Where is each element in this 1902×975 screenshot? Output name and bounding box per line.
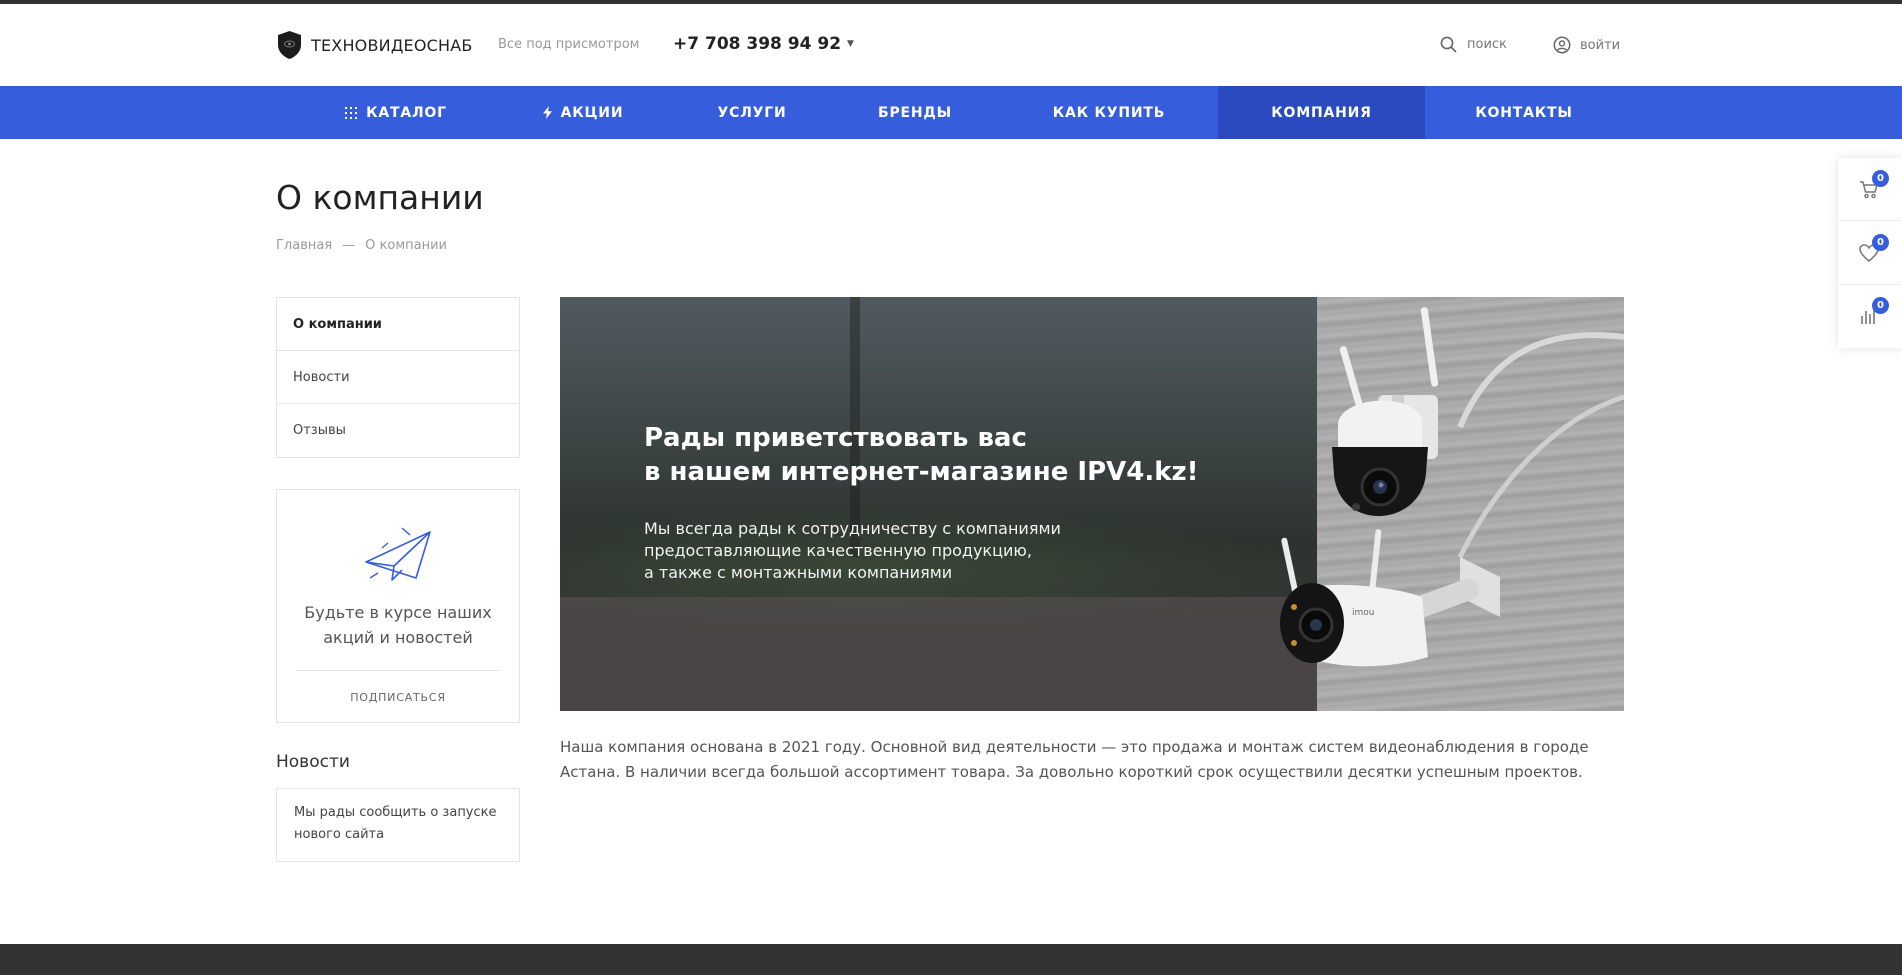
slogan: Все под присмотром — [498, 37, 640, 52]
compare-count-badge: 0 — [1872, 297, 1889, 314]
subscribe-text-line: Будьте в курсе наших — [304, 603, 492, 622]
side-item-reviews[interactable]: Отзывы — [277, 404, 519, 457]
site-footer — [0, 944, 1902, 975]
favorites-button[interactable]: 0 — [1838, 222, 1902, 285]
banner-text-line: предоставляющие качественную продукцию, — [644, 541, 1032, 560]
caret-down-icon: ▼ — [847, 39, 854, 49]
search-icon — [1440, 36, 1457, 53]
security-cameras-image: imou — [1280, 307, 1624, 667]
subscribe-button[interactable]: Подписаться — [277, 691, 519, 704]
cart-button[interactable]: 0 — [1838, 158, 1902, 221]
phone-number: +7 708 398 94 92 — [673, 34, 842, 54]
breadcrumb-separator: — — [342, 238, 356, 253]
nav-item-brands[interactable]: Бренды — [836, 86, 994, 139]
banner-title: Рады приветствовать вас в нашем интернет… — [644, 421, 1199, 489]
nav-label: Как купить — [1052, 104, 1166, 121]
main-nav: Каталог Акции Услуги Бренды Как купить К… — [0, 86, 1902, 139]
news-item-line: Мы рады сообщить о запуске — [294, 805, 497, 820]
news-item[interactable]: Мы рады сообщить о запуске нового сайта — [276, 788, 520, 862]
nav-label: Компания — [1271, 104, 1372, 121]
logo[interactable]: ТЕХНОВИДЕОСНАБ — [276, 30, 473, 60]
floating-action-panel: 0 0 0 — [1838, 158, 1902, 348]
side-item-about[interactable]: О компании — [277, 298, 519, 351]
breadcrumb-home[interactable]: Главная — [276, 238, 332, 253]
phone-dropdown[interactable]: +7 708 398 94 92 ▼ — [673, 34, 854, 54]
nav-item-how-to-buy[interactable]: Как купить — [1012, 86, 1206, 139]
page-title: О компании — [276, 178, 484, 217]
site-header: ТЕХНОВИДЕОСНАБ Все под присмотром +7 708… — [0, 4, 1902, 86]
user-icon — [1553, 36, 1571, 54]
divider — [296, 670, 500, 671]
nav-item-company[interactable]: Компания — [1218, 86, 1425, 139]
breadcrumb: Главная — О компании — [276, 238, 447, 253]
nav-item-catalog[interactable]: Каталог — [276, 86, 516, 139]
side-item-news[interactable]: Новости — [277, 351, 519, 404]
subscribe-box: Будьте в курсе наших акций и новостей По… — [276, 489, 520, 723]
side-menu: О компании Новости Отзывы — [276, 297, 520, 458]
nav-label: Контакты — [1475, 104, 1573, 121]
nav-label: Бренды — [878, 104, 952, 121]
camera-brand-text: imou — [1352, 608, 1374, 618]
banner-text-line: Мы всегда рады к сотрудничеству с компан… — [644, 519, 1061, 538]
nav-label: Услуги — [717, 104, 787, 121]
shield-logo-icon — [278, 31, 301, 59]
nav-label: Каталог — [366, 104, 447, 121]
favorites-count-badge: 0 — [1872, 234, 1889, 251]
login-label: войти — [1580, 37, 1621, 53]
login-button[interactable]: войти — [1553, 36, 1620, 54]
banner-title-line: Рады приветствовать вас — [644, 423, 1027, 453]
search-label: поиск — [1467, 37, 1507, 52]
nav-item-promotions[interactable]: Акции — [516, 86, 650, 139]
news-heading: Новости — [276, 752, 350, 772]
search-button[interactable]: поиск — [1440, 36, 1507, 53]
compare-button[interactable]: 0 — [1838, 285, 1902, 348]
paper-plane-icon — [365, 527, 431, 581]
banner-text-line: а также с монтажными компаниями — [644, 563, 953, 582]
lightning-icon — [542, 106, 552, 119]
logo-text: ТЕХНОВИДЕОСНАБ — [311, 35, 473, 55]
nav-label: Акции — [560, 104, 624, 121]
news-item-line: нового сайта — [294, 827, 385, 842]
banner-title-line: в нашем интернет-магазине IPV4.kz! — [644, 457, 1199, 487]
cart-count-badge: 0 — [1872, 170, 1889, 187]
banner-text: Мы всегда рады к сотрудничеству с компан… — [644, 518, 1061, 584]
about-description: Наша компания основана в 2021 году. Осно… — [560, 738, 1589, 781]
grid-icon — [345, 106, 358, 119]
nav-item-contacts[interactable]: Контакты — [1425, 86, 1623, 139]
subscribe-text: Будьте в курсе наших акций и новостей — [277, 600, 519, 650]
subscribe-text-line: акций и новостей — [323, 628, 473, 647]
breadcrumb-current: О компании — [365, 238, 447, 253]
nav-item-services[interactable]: Услуги — [676, 86, 828, 139]
hero-banner: imou Рады приветствовать вас в нашем инт… — [560, 297, 1624, 711]
